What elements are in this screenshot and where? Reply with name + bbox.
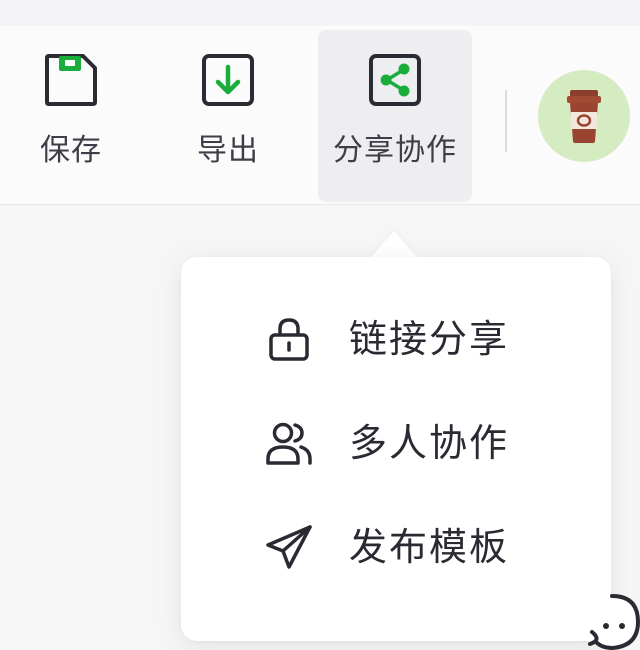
share-collaborate-button[interactable]: 分享协作 <box>318 30 472 202</box>
save-icon <box>45 54 97 106</box>
toolbar-divider <box>505 90 507 152</box>
share-label: 分享协作 <box>333 133 457 168</box>
lock-icon <box>269 318 309 361</box>
menu-item-link-share[interactable]: 链接分享 <box>181 289 611 389</box>
export-icon <box>202 54 254 106</box>
menu-item-label: 链接分享 <box>349 317 510 361</box>
avatar[interactable] <box>538 70 630 162</box>
coffee-cup-icon <box>567 90 601 143</box>
menu-item-multi-collaborate[interactable]: 多人协作 <box>181 393 611 493</box>
users-icon <box>266 422 312 465</box>
menu-item-label: 发布模板 <box>349 525 510 569</box>
share-menu-popover: 链接分享 多人协作 发布模板 <box>181 257 611 641</box>
help-bubble-icon[interactable] <box>582 590 640 650</box>
top-strip <box>0 0 640 27</box>
popover-caret <box>370 231 418 258</box>
export-button[interactable]: 导出 <box>178 30 278 202</box>
export-label: 导出 <box>197 133 259 168</box>
paper-plane-icon <box>266 525 312 569</box>
menu-item-label: 多人协作 <box>349 421 510 465</box>
share-icon <box>369 54 421 106</box>
save-button[interactable]: 保存 <box>20 30 122 202</box>
save-label: 保存 <box>40 133 102 168</box>
menu-item-publish-template[interactable]: 发布模板 <box>181 497 611 597</box>
